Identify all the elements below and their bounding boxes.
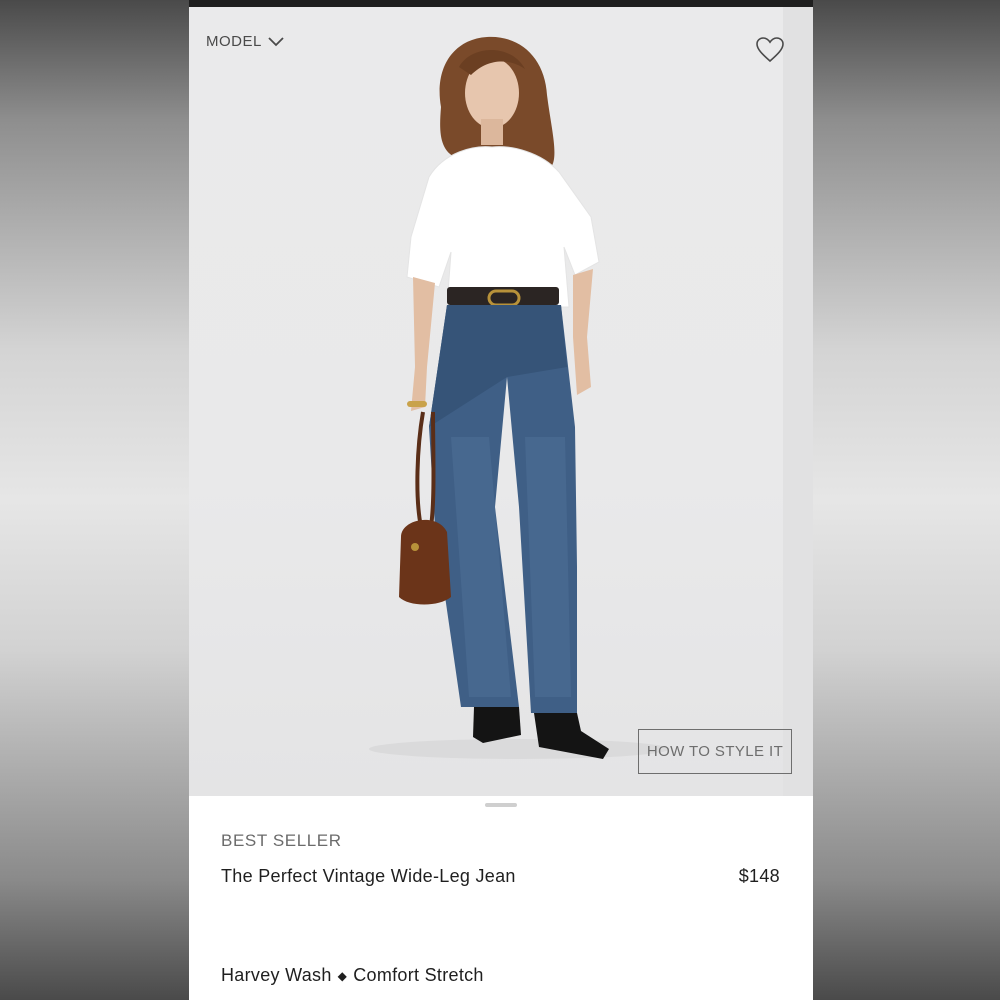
model-toggle[interactable]: MODEL xyxy=(206,33,284,50)
model-toggle-label: MODEL xyxy=(206,33,262,50)
product-screen: MODEL HOW TO STYLE IT BEST SELLER The Pe… xyxy=(189,0,813,1000)
product-title: The Perfect Vintage Wide-Leg Jean xyxy=(221,866,516,886)
model-photo xyxy=(369,36,669,759)
chevron-down-icon xyxy=(268,36,284,46)
how-to-style-it-button[interactable]: HOW TO STYLE IT xyxy=(638,729,792,774)
product-variant: Harvey Wash ◆ Comfort Stretch xyxy=(221,965,484,986)
status-bar xyxy=(189,0,813,7)
sheet-grabber[interactable] xyxy=(485,803,517,807)
wash-name: Harvey Wash xyxy=(221,965,332,985)
product-price: $148 xyxy=(738,866,780,886)
product-image[interactable]: MODEL HOW TO STYLE IT xyxy=(189,7,813,796)
separator-glyph: ◆ xyxy=(337,968,348,983)
best-seller-badge: BEST SELLER xyxy=(221,831,342,850)
product-details-sheet[interactable]: BEST SELLER The Perfect Vintage Wide-Leg… xyxy=(189,796,813,1000)
fit-name: Comfort Stretch xyxy=(353,965,484,985)
heart-icon[interactable] xyxy=(756,37,784,63)
